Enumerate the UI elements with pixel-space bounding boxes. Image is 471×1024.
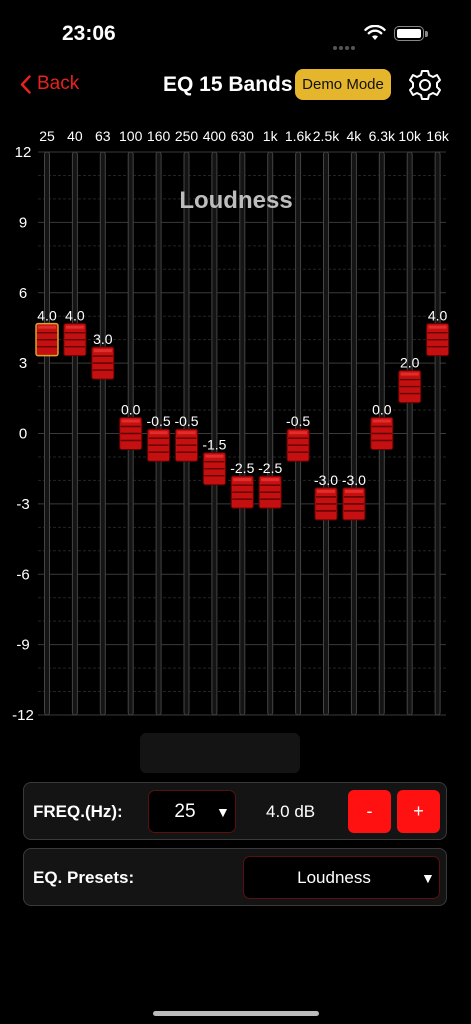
band-frequency-label: 100	[119, 128, 143, 144]
gain-value: 4.0 dB	[266, 802, 316, 821]
preset-title: Loudness	[179, 187, 292, 214]
band-gain-label: 4.0	[37, 308, 57, 324]
band-slider-track[interactable]	[239, 151, 246, 716]
band-gain-label: -1.5	[202, 437, 226, 453]
band-slider-track[interactable]	[99, 151, 106, 716]
band-slider-track[interactable]	[267, 151, 274, 716]
y-tick-label: -12	[12, 707, 34, 724]
band-slider-handle[interactable]	[398, 370, 422, 404]
wifi-icon	[364, 25, 386, 40]
band-frequency-label: 4k	[347, 128, 363, 144]
y-tick-label: 0	[19, 426, 27, 443]
band-gain-label: 0.0	[121, 402, 141, 418]
band-slider-handle[interactable]	[119, 417, 143, 450]
band-slider-handle[interactable]	[258, 475, 282, 509]
band-slider-handle[interactable]	[35, 322, 59, 357]
band-slider-handle[interactable]	[63, 323, 87, 357]
band-slider-track[interactable]	[434, 151, 441, 716]
y-tick-label: 3	[19, 355, 27, 372]
brand-watermark	[140, 733, 300, 773]
band-slider-handle[interactable]	[342, 487, 366, 521]
dropdown-caret-icon: ▼	[421, 870, 435, 886]
band-frequency-label: 6.3k	[369, 128, 396, 144]
preset-dropdown[interactable]: Loudness ▼	[243, 856, 440, 899]
band-gain-label: -0.5	[147, 413, 171, 429]
presets-panel: EQ. Presets: Loudness ▼	[23, 848, 447, 906]
band-slider-track[interactable]	[44, 151, 50, 716]
band-gain-label: -2.5	[230, 460, 254, 476]
preset-value: Loudness	[297, 868, 371, 887]
band-gain-label: 4.0	[428, 308, 448, 324]
increase-gain-button[interactable]: +	[397, 790, 440, 833]
band-gain-label: -3.0	[314, 472, 338, 488]
band-slider-handle[interactable]	[175, 428, 198, 462]
y-tick-label: 9	[19, 214, 27, 231]
band-gain-label: -3.0	[342, 472, 366, 488]
chevron-left-icon	[20, 74, 31, 94]
band-gain-label: -2.5	[258, 460, 282, 476]
band-slider-track[interactable]	[71, 151, 78, 716]
band-frequency-label: 250	[175, 128, 199, 144]
band-slider-track[interactable]	[323, 151, 329, 716]
y-tick-label: -3	[16, 496, 29, 513]
home-indicator[interactable]	[153, 1011, 319, 1016]
page-title: EQ 15 Bands	[163, 73, 293, 96]
equalizer-chart: 129630-3-6-9-12 25 40 63 100 160 250 400 630 1k 1…	[12, 128, 450, 724]
band-frequency-label: 16k	[426, 128, 450, 144]
band-slider-track[interactable]	[350, 151, 357, 716]
band-frequency-label: 1k	[263, 128, 279, 144]
frequency-panel: FREQ.(Hz): 25 ▼ 4.0 dB - +	[23, 782, 447, 840]
band-slider-handle[interactable]	[370, 417, 394, 450]
battery-icon	[394, 26, 428, 41]
band-gain-label: -0.5	[286, 413, 310, 429]
band-gain-label: 4.0	[65, 308, 85, 324]
band-frequency-label: 25	[39, 128, 55, 144]
frequency-value: 25	[174, 801, 196, 822]
band-slider-handle[interactable]	[202, 452, 226, 486]
band-frequency-label: 400	[203, 128, 227, 144]
status-bar: 23:06	[0, 0, 471, 60]
status-time: 23:06	[62, 22, 116, 45]
band-frequency-label: 40	[67, 128, 83, 144]
band-frequency-label: 1.6k	[285, 128, 312, 144]
band-frequency-label: 630	[231, 128, 255, 144]
band-slider-handle[interactable]	[314, 487, 338, 521]
band-frequency-label: 10k	[398, 128, 422, 144]
demo-mode-button[interactable]: Demo Mode	[295, 69, 391, 100]
decrease-gain-button[interactable]: -	[348, 790, 391, 833]
frequency-dropdown[interactable]: 25 ▼	[148, 790, 236, 833]
band-slider-handle[interactable]	[230, 475, 254, 509]
band-frequency-label: 63	[95, 128, 111, 144]
gear-icon[interactable]	[408, 68, 442, 102]
y-tick-label: 6	[19, 285, 27, 302]
presets-label: EQ. Presets:	[33, 868, 135, 887]
band-gain-label: 0.0	[372, 402, 392, 418]
dropdown-caret-icon: ▼	[216, 804, 230, 820]
band-gain-label: 2.0	[400, 355, 420, 371]
y-tick-label: -9	[16, 637, 29, 654]
band-slider-handle[interactable]	[286, 428, 310, 462]
y-tick-label: -6	[16, 566, 29, 583]
band-slider-track[interactable]	[211, 151, 218, 716]
y-tick-label: 12	[15, 144, 32, 161]
band-gain-label: 3.0	[93, 331, 113, 347]
cellular-signal-icon	[333, 37, 357, 55]
band-gain-label: -0.5	[174, 413, 198, 429]
band-frequency-label: 2.5k	[313, 128, 340, 144]
frequency-label: FREQ.(Hz):	[33, 802, 123, 821]
navigation-bar: Back EQ 15 Bands Demo Mode	[0, 60, 471, 110]
band-slider-handle[interactable]	[147, 428, 171, 462]
band-slider-handle[interactable]	[426, 323, 450, 357]
band-slider-handle[interactable]	[91, 346, 115, 380]
band-frequency-label: 160	[147, 128, 171, 144]
back-button[interactable]: Back	[20, 73, 79, 95]
band-slider-track[interactable]	[406, 151, 413, 716]
back-label: Back	[37, 73, 80, 94]
